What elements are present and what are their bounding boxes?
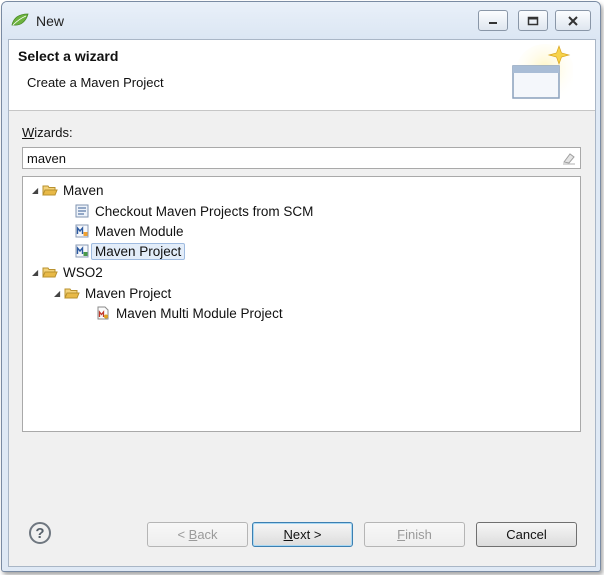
dialog-client-area: Select a wizard Create a Maven Project W…	[8, 39, 596, 567]
spring-leaf-icon	[11, 13, 29, 26]
tree-item-wso2[interactable]: ◢ WSO2	[32, 262, 103, 282]
finish-button-rest: inish	[405, 527, 432, 542]
wizard-title: Select a wizard	[18, 48, 119, 64]
maven-project-icon	[75, 244, 89, 258]
tree-item-checkout-scm[interactable]: Checkout Maven Projects from SCM	[74, 201, 313, 221]
wizard-filter-field[interactable]	[22, 147, 581, 169]
tree-item-maven-module[interactable]: Maven Module	[74, 221, 184, 241]
cancel-button[interactable]: Cancel	[476, 522, 577, 547]
close-icon	[568, 15, 578, 26]
minimize-icon	[489, 21, 497, 24]
wizard-subtitle: Create a Maven Project	[27, 75, 164, 90]
tree-item-label: Maven Project	[91, 242, 186, 260]
wizards-label-rest: izards:	[34, 125, 73, 140]
folder-open-icon	[64, 288, 80, 299]
wizard-header: Select a wizard Create a Maven Project	[9, 40, 595, 111]
multi-module-icon	[97, 306, 109, 320]
new-wizard-window: New Select a wizard Create a Maven Proje…	[1, 1, 601, 572]
maximize-icon	[527, 16, 539, 25]
finish-button[interactable]: Finish	[364, 522, 465, 547]
folder-open-icon	[42, 185, 58, 196]
help-icon: ?	[35, 524, 45, 542]
maven-module-icon	[75, 224, 89, 238]
back-button[interactable]: < Back	[147, 522, 248, 547]
expanded-arrow-icon[interactable]: ◢	[54, 289, 64, 298]
close-button[interactable]	[555, 10, 591, 31]
tree-item-maven[interactable]: ◢ Maven	[32, 180, 104, 200]
tree-item-label: Maven Project	[85, 285, 172, 301]
clear-filter-icon[interactable]	[562, 151, 576, 165]
next-button-mnemonic: N	[283, 527, 293, 542]
new-wizard-banner-icon	[512, 44, 573, 104]
finish-button-mnemonic: F	[397, 527, 406, 542]
next-button[interactable]: Next >	[252, 522, 353, 547]
wizards-label: Wizards:	[22, 125, 73, 140]
tree-item-label: Maven	[63, 182, 104, 198]
minimize-button[interactable]	[478, 10, 508, 31]
expanded-arrow-icon[interactable]: ◢	[32, 268, 42, 277]
wizard-tree[interactable]: ◢ Maven Checkout Maven Projects from SCM	[22, 176, 581, 432]
tree-item-label: WSO2	[63, 264, 103, 280]
back-button-prefix: <	[177, 527, 189, 542]
tree-item-label: Maven Multi Module Project	[116, 305, 283, 321]
folder-open-icon	[42, 267, 58, 278]
tree-item-multi-module-project[interactable]: Maven Multi Module Project	[95, 303, 283, 323]
checkout-icon	[75, 204, 89, 218]
back-button-rest: ack	[197, 527, 218, 542]
window-title: New	[36, 13, 65, 29]
help-button[interactable]: ?	[29, 522, 51, 544]
tree-item-label: Checkout Maven Projects from SCM	[95, 203, 314, 219]
expanded-arrow-icon[interactable]: ◢	[32, 186, 42, 195]
wizards-label-mnemonic: W	[22, 125, 35, 140]
next-button-rest: ext >	[292, 527, 322, 542]
tree-item-wso2-maven-project[interactable]: ◢ Maven Project	[54, 283, 171, 303]
tree-item-label: Maven Module	[95, 223, 184, 239]
tree-item-maven-project[interactable]: Maven Project	[74, 241, 186, 261]
wizard-filter-input[interactable]	[27, 149, 547, 167]
maximize-button[interactable]	[518, 10, 548, 31]
title-bar[interactable]: New	[2, 2, 600, 40]
